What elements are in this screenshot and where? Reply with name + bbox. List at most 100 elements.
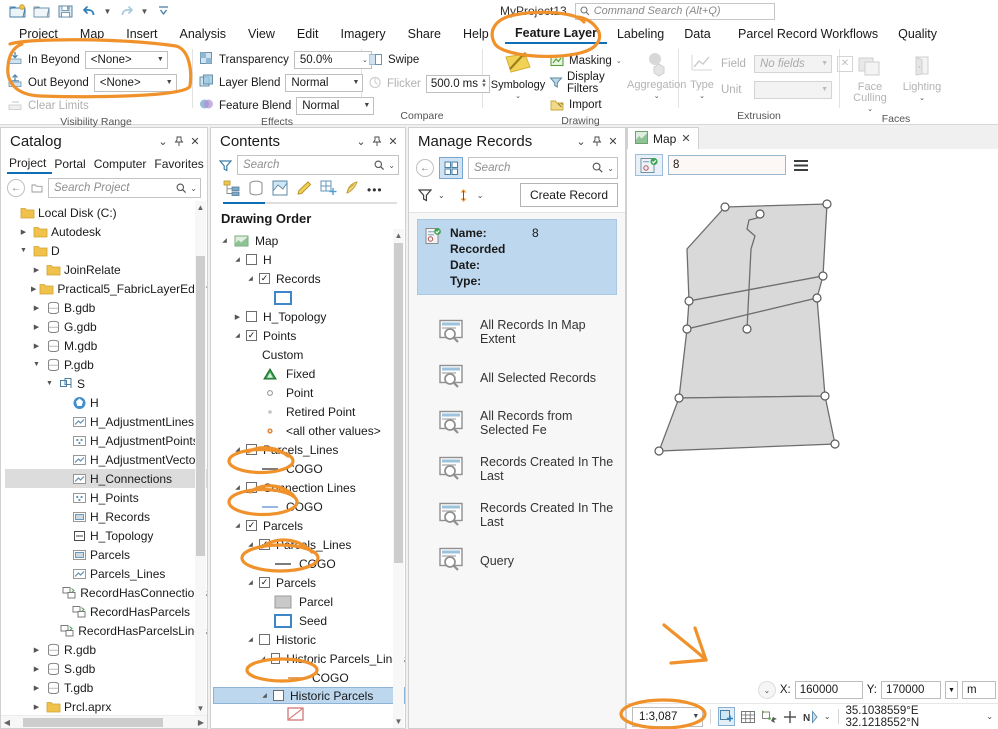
layer-blend-combo[interactable]: Normal▼ — [285, 74, 363, 92]
contents-item[interactable]: ◢✓Parcels — [213, 516, 405, 535]
catalog-item[interactable]: ▶G.gdb — [5, 317, 207, 336]
contents-scroll-down-icon[interactable]: ▼ — [393, 715, 404, 728]
map-tab-close-icon[interactable]: ✕ — [681, 132, 690, 145]
contents-item[interactable]: Retired Point — [213, 402, 405, 421]
contents-item[interactable]: Parcel — [213, 592, 405, 611]
swipe-button[interactable]: Swipe — [368, 49, 419, 70]
expand-arrow-icon[interactable]: ▶ — [31, 285, 36, 293]
catalog-item[interactable]: ▼S — [5, 374, 207, 393]
filter-icon[interactable] — [217, 157, 233, 173]
manage-records-search-dropdown-icon[interactable]: ⌄ — [607, 164, 614, 173]
menu-item-view[interactable]: View — [237, 25, 286, 43]
collapse-arrow-icon[interactable]: ◢ — [245, 541, 256, 548]
symbology-dropdown-icon[interactable]: ⌄ — [515, 92, 521, 100]
contents-item[interactable]: Custom — [213, 345, 405, 364]
contents-item[interactable]: Seed — [213, 611, 405, 630]
contents-scroll-thumb[interactable] — [394, 243, 403, 563]
catalog-item[interactable]: H_AdjustmentPoints — [5, 431, 207, 450]
contents-item[interactable]: Point — [213, 383, 405, 402]
menu-item-map[interactable]: Map — [69, 25, 115, 43]
collapse-arrow-icon[interactable]: ◢ — [245, 275, 256, 282]
records-sort-icon[interactable] — [455, 186, 473, 204]
layer-visibility-checkbox[interactable]: ✓ — [259, 273, 270, 284]
undo-icon[interactable] — [78, 1, 100, 21]
manage-records-pin-icon[interactable] — [589, 133, 605, 151]
catalog-item[interactable]: Parcels — [5, 545, 207, 564]
contents-item[interactable]: COGO — [213, 668, 405, 687]
tab-data[interactable]: Data — [674, 25, 720, 43]
coordinate-y-input[interactable]: 170000 — [881, 681, 941, 699]
coordinate-x-input[interactable]: 160000 — [795, 681, 863, 699]
manage-records-menu-icon[interactable]: ⌄ — [573, 133, 589, 151]
catalog-item[interactable]: ▶Autodesk — [5, 222, 207, 241]
clear-limits-row[interactable]: Clear Limits — [8, 95, 89, 116]
contents-search-dropdown-icon[interactable]: ⌄ — [388, 161, 395, 170]
manage-records-item[interactable]: All Selected Records — [417, 355, 617, 400]
contents-menu-icon[interactable]: ⌄ — [353, 133, 369, 151]
expand-arrow-icon[interactable]: ▶ — [31, 646, 42, 654]
list-by-editing-icon[interactable] — [295, 179, 313, 200]
extrusion-field-combo[interactable]: No fields▼ — [754, 55, 832, 73]
collapse-arrow-icon[interactable]: ◢ — [245, 636, 256, 643]
layer-visibility-checkbox[interactable]: ✓ — [246, 330, 257, 341]
snapping-icon[interactable] — [761, 707, 778, 726]
manage-records-item[interactable]: Records Created In The Last — [417, 492, 617, 538]
collapse-arrow-icon[interactable]: ◢ — [259, 692, 270, 699]
catalog-item[interactable]: ▶R.gdb — [5, 640, 207, 659]
catalog-scroll-down-icon[interactable]: ▼ — [195, 702, 206, 715]
catalog-item[interactable]: ▶M.gdb — [5, 336, 207, 355]
contents-close-icon[interactable]: ✕ — [385, 133, 401, 151]
save-project-icon[interactable] — [30, 1, 52, 21]
north-arrow-icon[interactable]: N — [803, 707, 820, 726]
layer-visibility-checkbox[interactable] — [246, 482, 257, 493]
catalog-item[interactable]: ▶S.gdb — [5, 659, 207, 678]
coordinate-bar-expand-icon[interactable]: ⌄ — [758, 681, 776, 699]
catalog-item[interactable]: RecordHasConnections — [5, 583, 207, 602]
crosshair-icon[interactable] — [782, 707, 799, 726]
active-record-toggle-button[interactable] — [635, 154, 663, 176]
layer-visibility-checkbox[interactable] — [271, 653, 281, 664]
map-scale-combo[interactable]: 1:3,087 ▼ — [632, 707, 703, 727]
undo-dropdown-icon[interactable]: ▼ — [102, 1, 113, 21]
map-canvas[interactable] — [627, 181, 998, 679]
layer-visibility-checkbox[interactable] — [259, 634, 270, 645]
extrusion-type-button[interactable]: Type ⌄ — [688, 49, 716, 100]
masking-button[interactable]: Masking ⌄ — [549, 50, 622, 71]
records-filter-dropdown-icon[interactable]: ⌄ — [438, 191, 445, 200]
contents-item[interactable]: ◢Historic Parcels_Lines — [213, 649, 405, 668]
expand-arrow-icon[interactable]: ▶ — [18, 228, 29, 236]
extrusion-unit-combo[interactable]: ▼ — [754, 81, 832, 99]
collapse-arrow-icon[interactable]: ◢ — [258, 655, 268, 662]
manage-records-search-input[interactable]: Search ⌄ — [468, 157, 618, 179]
contents-scroll-up-icon[interactable]: ▲ — [393, 229, 404, 242]
catalog-vertical-scrollbar[interactable]: ▲ ▼ — [195, 201, 206, 715]
selected-features-icon[interactable] — [718, 707, 735, 726]
collapse-arrow-icon[interactable]: ◢ — [219, 237, 230, 244]
contents-item[interactable]: ◢✓Parcels_Lines — [213, 535, 405, 554]
list-by-selection-icon[interactable] — [271, 179, 289, 200]
contents-item[interactable]: COGO — [213, 497, 405, 516]
catalog-item[interactable]: H_Topology — [5, 526, 207, 545]
records-sort-dropdown-icon[interactable]: ⌄ — [477, 191, 484, 200]
list-by-data-source-icon[interactable] — [247, 179, 265, 200]
catalog-scroll-left-icon[interactable]: ◀ — [1, 718, 13, 727]
coordinate-format-dropdown-icon[interactable]: ▼ — [945, 681, 958, 699]
catalog-item[interactable]: Local Disk (C:) — [5, 203, 207, 222]
import-button[interactable]: Import — [549, 94, 622, 115]
manage-records-back-icon[interactable]: ← — [416, 159, 434, 177]
layer-visibility-checkbox[interactable] — [246, 254, 257, 265]
list-by-drawing-order-icon[interactable] — [223, 179, 241, 200]
contents-pin-icon[interactable] — [369, 133, 385, 151]
layer-visibility-checkbox[interactable]: ✓ — [246, 520, 257, 531]
collapse-arrow-icon[interactable]: ◢ — [232, 332, 243, 339]
catalog-item[interactable]: H_Points — [5, 488, 207, 507]
face-culling-button[interactable]: Face Culling ⌄ — [846, 51, 894, 113]
create-record-button[interactable]: Create Record — [520, 183, 618, 207]
map-tab[interactable]: Map ✕ — [627, 127, 699, 149]
layer-visibility-checkbox[interactable] — [246, 444, 257, 455]
contents-search-input[interactable]: Search ⌄ — [237, 155, 399, 175]
flicker-spinner[interactable]: 500.0 ms ▲▼ — [426, 75, 490, 93]
attribute-table-icon[interactable] — [739, 707, 756, 726]
collapse-arrow-icon[interactable]: ◢ — [232, 484, 243, 491]
catalog-up-icon[interactable] — [29, 181, 44, 196]
